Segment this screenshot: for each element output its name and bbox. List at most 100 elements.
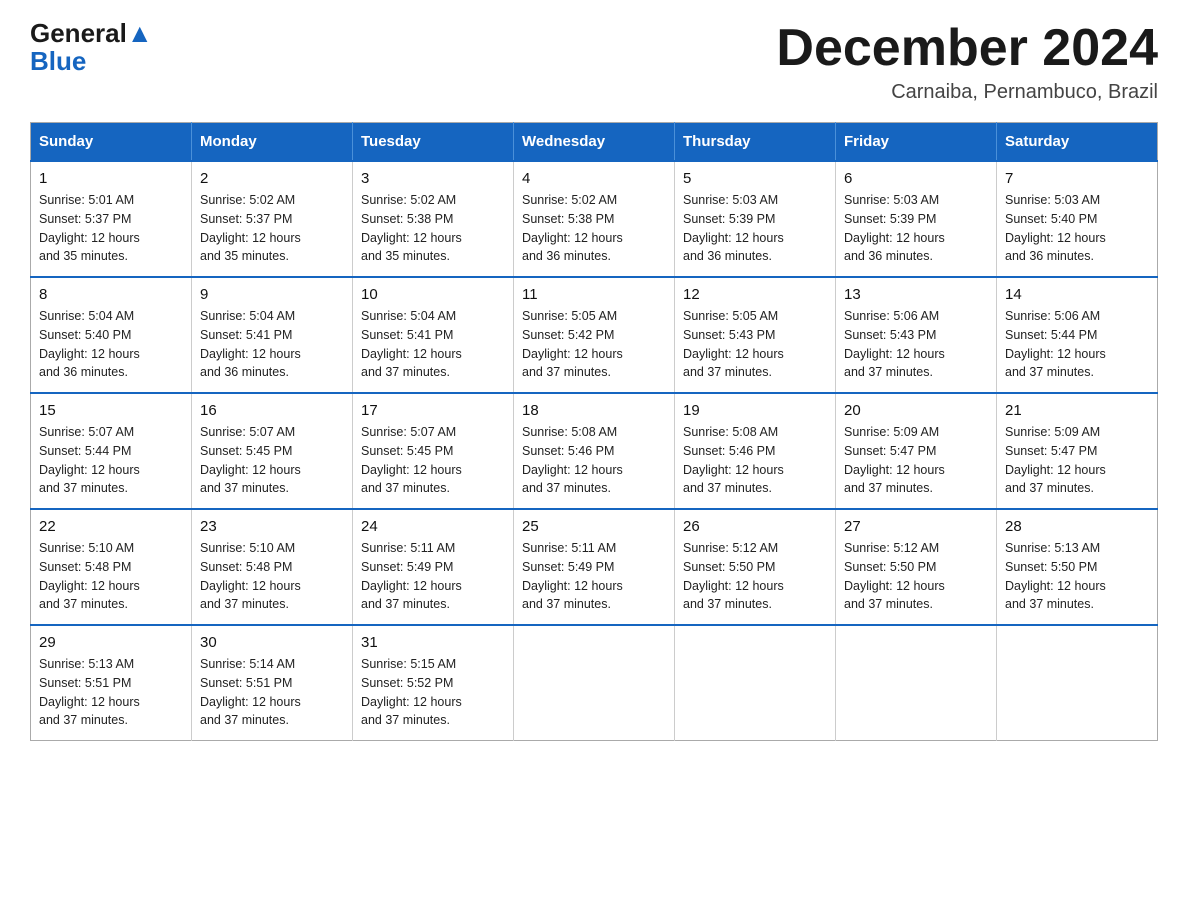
calendar-cell: [675, 625, 836, 741]
calendar-cell: [836, 625, 997, 741]
calendar-cell: 22 Sunrise: 5:10 AM Sunset: 5:48 PM Dayl…: [31, 509, 192, 625]
page-header: General▲ Blue December 2024 Carnaiba, Pe…: [30, 20, 1158, 104]
day-info: Sunrise: 5:06 AM Sunset: 5:44 PM Dayligh…: [1005, 307, 1149, 382]
week-row-3: 15 Sunrise: 5:07 AM Sunset: 5:44 PM Dayl…: [31, 393, 1158, 509]
day-number: 6: [844, 170, 988, 187]
day-number: 4: [522, 170, 666, 187]
day-number: 27: [844, 518, 988, 535]
day-number: 26: [683, 518, 827, 535]
header-tuesday: Tuesday: [353, 123, 514, 162]
calendar-cell: 5 Sunrise: 5:03 AM Sunset: 5:39 PM Dayli…: [675, 161, 836, 277]
calendar-cell: 24 Sunrise: 5:11 AM Sunset: 5:49 PM Dayl…: [353, 509, 514, 625]
day-number: 17: [361, 402, 505, 419]
day-info: Sunrise: 5:01 AM Sunset: 5:37 PM Dayligh…: [39, 191, 183, 266]
day-number: 10: [361, 286, 505, 303]
day-info: Sunrise: 5:02 AM Sunset: 5:37 PM Dayligh…: [200, 191, 344, 266]
month-year: December 2024: [776, 20, 1158, 77]
day-info: Sunrise: 5:04 AM Sunset: 5:40 PM Dayligh…: [39, 307, 183, 382]
week-row-2: 8 Sunrise: 5:04 AM Sunset: 5:40 PM Dayli…: [31, 277, 1158, 393]
calendar-cell: 1 Sunrise: 5:01 AM Sunset: 5:37 PM Dayli…: [31, 161, 192, 277]
calendar-cell: 6 Sunrise: 5:03 AM Sunset: 5:39 PM Dayli…: [836, 161, 997, 277]
day-number: 29: [39, 634, 183, 651]
day-number: 1: [39, 170, 183, 187]
day-info: Sunrise: 5:14 AM Sunset: 5:51 PM Dayligh…: [200, 655, 344, 730]
day-number: 8: [39, 286, 183, 303]
calendar-cell: 20 Sunrise: 5:09 AM Sunset: 5:47 PM Dayl…: [836, 393, 997, 509]
header-saturday: Saturday: [997, 123, 1158, 162]
day-info: Sunrise: 5:09 AM Sunset: 5:47 PM Dayligh…: [1005, 423, 1149, 498]
day-info: Sunrise: 5:07 AM Sunset: 5:45 PM Dayligh…: [361, 423, 505, 498]
day-info: Sunrise: 5:04 AM Sunset: 5:41 PM Dayligh…: [200, 307, 344, 382]
day-info: Sunrise: 5:04 AM Sunset: 5:41 PM Dayligh…: [361, 307, 505, 382]
day-number: 15: [39, 402, 183, 419]
day-info: Sunrise: 5:10 AM Sunset: 5:48 PM Dayligh…: [200, 539, 344, 614]
calendar-cell: 26 Sunrise: 5:12 AM Sunset: 5:50 PM Dayl…: [675, 509, 836, 625]
calendar-cell: 29 Sunrise: 5:13 AM Sunset: 5:51 PM Dayl…: [31, 625, 192, 741]
header-friday: Friday: [836, 123, 997, 162]
day-info: Sunrise: 5:07 AM Sunset: 5:44 PM Dayligh…: [39, 423, 183, 498]
calendar-cell: 4 Sunrise: 5:02 AM Sunset: 5:38 PM Dayli…: [514, 161, 675, 277]
day-info: Sunrise: 5:12 AM Sunset: 5:50 PM Dayligh…: [683, 539, 827, 614]
calendar-cell: [997, 625, 1158, 741]
day-number: 31: [361, 634, 505, 651]
day-info: Sunrise: 5:13 AM Sunset: 5:50 PM Dayligh…: [1005, 539, 1149, 614]
calendar-cell: 8 Sunrise: 5:04 AM Sunset: 5:40 PM Dayli…: [31, 277, 192, 393]
logo-triangle-icon: ▲: [127, 18, 153, 48]
day-number: 25: [522, 518, 666, 535]
calendar-cell: 18 Sunrise: 5:08 AM Sunset: 5:46 PM Dayl…: [514, 393, 675, 509]
calendar-cell: 17 Sunrise: 5:07 AM Sunset: 5:45 PM Dayl…: [353, 393, 514, 509]
day-info: Sunrise: 5:06 AM Sunset: 5:43 PM Dayligh…: [844, 307, 988, 382]
day-info: Sunrise: 5:10 AM Sunset: 5:48 PM Dayligh…: [39, 539, 183, 614]
day-number: 13: [844, 286, 988, 303]
calendar-cell: 28 Sunrise: 5:13 AM Sunset: 5:50 PM Dayl…: [997, 509, 1158, 625]
calendar-cell: 25 Sunrise: 5:11 AM Sunset: 5:49 PM Dayl…: [514, 509, 675, 625]
day-number: 19: [683, 402, 827, 419]
header-monday: Monday: [192, 123, 353, 162]
header-sunday: Sunday: [31, 123, 192, 162]
calendar-cell: 30 Sunrise: 5:14 AM Sunset: 5:51 PM Dayl…: [192, 625, 353, 741]
calendar-cell: 19 Sunrise: 5:08 AM Sunset: 5:46 PM Dayl…: [675, 393, 836, 509]
day-number: 14: [1005, 286, 1149, 303]
title-block: December 2024 Carnaiba, Pernambuco, Braz…: [776, 20, 1158, 104]
week-row-5: 29 Sunrise: 5:13 AM Sunset: 5:51 PM Dayl…: [31, 625, 1158, 741]
day-info: Sunrise: 5:12 AM Sunset: 5:50 PM Dayligh…: [844, 539, 988, 614]
day-number: 24: [361, 518, 505, 535]
day-number: 21: [1005, 402, 1149, 419]
calendar-cell: 14 Sunrise: 5:06 AM Sunset: 5:44 PM Dayl…: [997, 277, 1158, 393]
calendar-cell: 27 Sunrise: 5:12 AM Sunset: 5:50 PM Dayl…: [836, 509, 997, 625]
day-info: Sunrise: 5:07 AM Sunset: 5:45 PM Dayligh…: [200, 423, 344, 498]
logo-blue-text: Blue: [30, 48, 86, 74]
calendar-cell: 7 Sunrise: 5:03 AM Sunset: 5:40 PM Dayli…: [997, 161, 1158, 277]
day-number: 23: [200, 518, 344, 535]
logo: General▲ Blue: [30, 20, 153, 74]
day-info: Sunrise: 5:09 AM Sunset: 5:47 PM Dayligh…: [844, 423, 988, 498]
header-wednesday: Wednesday: [514, 123, 675, 162]
day-number: 16: [200, 402, 344, 419]
week-row-4: 22 Sunrise: 5:10 AM Sunset: 5:48 PM Dayl…: [31, 509, 1158, 625]
weekday-header-row: Sunday Monday Tuesday Wednesday Thursday…: [31, 123, 1158, 162]
logo-general: General▲: [30, 20, 153, 46]
day-info: Sunrise: 5:13 AM Sunset: 5:51 PM Dayligh…: [39, 655, 183, 730]
day-info: Sunrise: 5:15 AM Sunset: 5:52 PM Dayligh…: [361, 655, 505, 730]
calendar-table: Sunday Monday Tuesday Wednesday Thursday…: [30, 122, 1158, 741]
day-number: 28: [1005, 518, 1149, 535]
day-number: 12: [683, 286, 827, 303]
calendar-cell: 21 Sunrise: 5:09 AM Sunset: 5:47 PM Dayl…: [997, 393, 1158, 509]
day-info: Sunrise: 5:03 AM Sunset: 5:39 PM Dayligh…: [683, 191, 827, 266]
calendar-cell: 2 Sunrise: 5:02 AM Sunset: 5:37 PM Dayli…: [192, 161, 353, 277]
day-info: Sunrise: 5:11 AM Sunset: 5:49 PM Dayligh…: [522, 539, 666, 614]
day-info: Sunrise: 5:08 AM Sunset: 5:46 PM Dayligh…: [683, 423, 827, 498]
day-info: Sunrise: 5:02 AM Sunset: 5:38 PM Dayligh…: [361, 191, 505, 266]
week-row-1: 1 Sunrise: 5:01 AM Sunset: 5:37 PM Dayli…: [31, 161, 1158, 277]
calendar-cell: 9 Sunrise: 5:04 AM Sunset: 5:41 PM Dayli…: [192, 277, 353, 393]
day-number: 11: [522, 286, 666, 303]
day-info: Sunrise: 5:11 AM Sunset: 5:49 PM Dayligh…: [361, 539, 505, 614]
calendar-cell: 11 Sunrise: 5:05 AM Sunset: 5:42 PM Dayl…: [514, 277, 675, 393]
location: Carnaiba, Pernambuco, Brazil: [776, 81, 1158, 104]
day-number: 7: [1005, 170, 1149, 187]
calendar-cell: [514, 625, 675, 741]
day-info: Sunrise: 5:03 AM Sunset: 5:40 PM Dayligh…: [1005, 191, 1149, 266]
day-info: Sunrise: 5:02 AM Sunset: 5:38 PM Dayligh…: [522, 191, 666, 266]
day-number: 18: [522, 402, 666, 419]
day-info: Sunrise: 5:05 AM Sunset: 5:43 PM Dayligh…: [683, 307, 827, 382]
